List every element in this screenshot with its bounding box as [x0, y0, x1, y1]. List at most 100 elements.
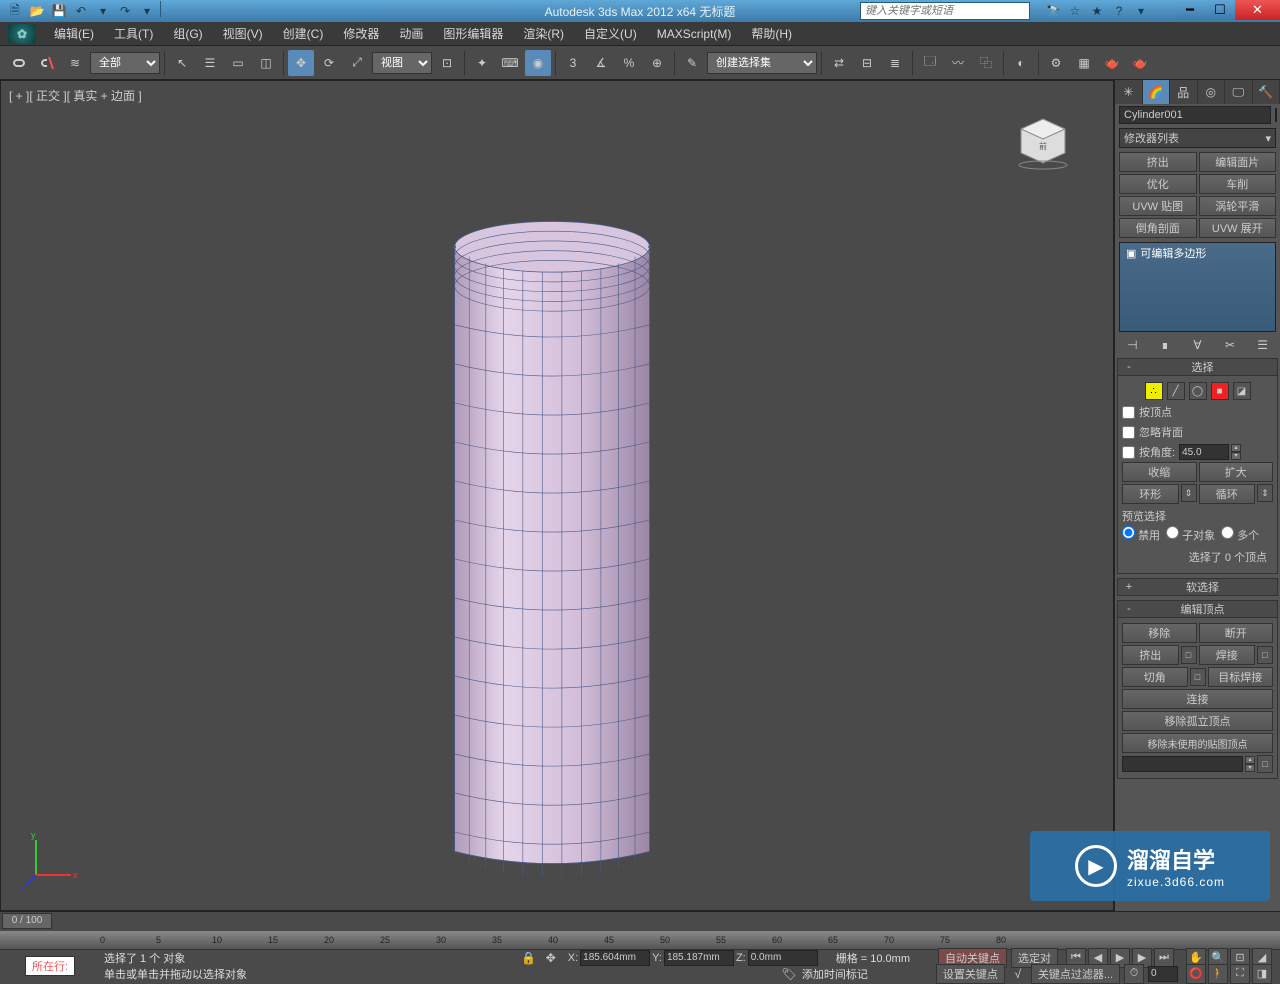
connect-button[interactable]: 连接 — [1122, 689, 1273, 709]
bind-icon[interactable]: ≋ — [62, 50, 88, 76]
subobj-vertex[interactable]: ∴ — [1145, 382, 1163, 400]
break-button[interactable]: 断开 — [1199, 623, 1274, 643]
mod-btn-optimize[interactable]: 优化 — [1119, 174, 1197, 194]
render-frame-icon[interactable]: ▦ — [1071, 50, 1097, 76]
minimize-button[interactable]: ━ — [1175, 0, 1205, 20]
z-coord-input[interactable] — [748, 950, 818, 966]
binoculars-icon[interactable]: 🔭 — [1044, 2, 1062, 20]
rollout-soft-selection-header[interactable]: +软选择 — [1117, 578, 1278, 596]
key-mode-icon[interactable]: √ — [1009, 966, 1027, 982]
maximize-button[interactable]: ☐ — [1205, 0, 1235, 20]
menu-tools[interactable]: 工具(T) — [104, 23, 163, 45]
pin-stack-icon[interactable]: ⊣ — [1123, 336, 1141, 354]
spinner-snap-icon[interactable]: ⊕ — [644, 50, 670, 76]
schematic-view-icon[interactable]: ⿻ — [973, 50, 999, 76]
y-coord-input[interactable] — [664, 950, 734, 966]
modifier-list-dropdown[interactable]: 修改器列表▾ — [1119, 128, 1276, 148]
redo-dropdown-icon[interactable]: ▾ — [136, 1, 158, 21]
make-unique-icon[interactable]: ∀ — [1188, 336, 1206, 354]
chamfer-button[interactable]: 切角 — [1122, 667, 1188, 687]
loop-button[interactable]: 循环 — [1199, 484, 1256, 504]
show-end-result-icon[interactable]: ∎ — [1156, 336, 1174, 354]
material-editor-icon[interactable]: ◐ — [1008, 50, 1034, 76]
scale-icon[interactable]: ⤢ — [344, 50, 370, 76]
by-angle-checkbox[interactable] — [1122, 446, 1135, 459]
subobj-polygon[interactable]: ■ — [1211, 382, 1229, 400]
mod-btn-turbosmooth[interactable]: 涡轮平滑 — [1199, 196, 1277, 216]
timeline[interactable]: 0 / 100 — [0, 911, 1280, 931]
tab-hierarchy[interactable]: 品 — [1170, 80, 1198, 104]
tab-modify[interactable]: 🌈 — [1143, 80, 1171, 104]
mod-btn-lathe[interactable]: 车削 — [1199, 174, 1277, 194]
weight-settings[interactable]: □ — [1257, 755, 1273, 773]
help-icon[interactable]: ? — [1110, 2, 1128, 20]
app-icon[interactable]: ✿ — [8, 24, 36, 44]
menu-animation[interactable]: 动画 — [389, 23, 433, 45]
keyboard-shortcut-icon[interactable]: ⌨ — [497, 50, 523, 76]
window-crossing-icon[interactable]: ◫ — [253, 50, 279, 76]
redo-icon[interactable]: ↷ — [114, 1, 136, 21]
angle-spin-down[interactable]: ▾ — [1231, 452, 1241, 460]
viewcube[interactable]: 前 — [1013, 111, 1073, 171]
configure-sets-icon[interactable]: ☰ — [1254, 336, 1272, 354]
goto-end-icon[interactable]: ⏭ — [1154, 948, 1174, 968]
modifier-stack[interactable]: ▣可编辑多边形 — [1119, 242, 1276, 332]
viewport[interactable]: [ + ][ 正交 ][ 真实 + 边面 ] — [0, 80, 1114, 911]
viewport-label[interactable]: [ + ][ 正交 ][ 真实 + 边面 ] — [9, 87, 142, 104]
menu-views[interactable]: 视图(V) — [213, 23, 273, 45]
dropdown-icon[interactable]: ▾ — [1132, 2, 1150, 20]
preview-subobj-radio[interactable] — [1166, 526, 1179, 539]
favorite-icon[interactable]: ★ — [1088, 2, 1106, 20]
remove-button[interactable]: 移除 — [1122, 623, 1197, 643]
weight-spinner[interactable] — [1122, 756, 1243, 772]
reference-coord-dropdown[interactable]: 视图 — [372, 52, 432, 74]
select-icon[interactable]: ↖ — [169, 50, 195, 76]
mod-btn-uvwmap[interactable]: UVW 贴图 — [1119, 196, 1197, 216]
edit-selection-set-icon[interactable]: ✎ — [679, 50, 705, 76]
isolate-icon[interactable]: ✥ — [542, 950, 560, 966]
tab-motion[interactable]: ◎ — [1198, 80, 1226, 104]
angle-spinner-input[interactable] — [1179, 444, 1229, 460]
graphite-tools-icon[interactable]: 🗔 — [917, 50, 943, 76]
extrude-settings[interactable]: □ — [1181, 646, 1197, 664]
render-icon[interactable]: 🫖 — [1099, 50, 1125, 76]
render-production-icon[interactable]: 🫖 — [1127, 50, 1153, 76]
selection-filter-dropdown[interactable]: 全部 — [90, 52, 160, 74]
mod-btn-unwrapuvw[interactable]: UVW 展开 — [1199, 218, 1277, 238]
lock-selection-icon[interactable]: 🔒 — [520, 950, 538, 966]
menu-maxscript[interactable]: MAXScript(M) — [647, 23, 742, 45]
remove-modifier-icon[interactable]: ✂ — [1221, 336, 1239, 354]
open-icon[interactable]: 📂 — [26, 1, 48, 21]
time-tag-icon[interactable]: 🏷 — [780, 966, 798, 982]
rollout-selection-header[interactable]: -选择 — [1117, 358, 1278, 376]
chamfer-settings[interactable]: □ — [1190, 668, 1206, 686]
subobj-edge[interactable]: ╱ — [1167, 382, 1185, 400]
undo-dropdown-icon[interactable]: ▾ — [92, 1, 114, 21]
percent-snap-icon[interactable]: % — [616, 50, 642, 76]
render-setup-icon[interactable]: ⚙ — [1043, 50, 1069, 76]
move-icon[interactable]: ✥ — [288, 50, 314, 76]
tab-create[interactable]: ✳ — [1115, 80, 1143, 104]
star-icon[interactable]: ☆ — [1066, 2, 1084, 20]
subobj-border[interactable]: ◯ — [1189, 382, 1207, 400]
menu-customize[interactable]: 自定义(U) — [574, 23, 647, 45]
layers-icon[interactable]: ≣ — [882, 50, 908, 76]
x-coord-input[interactable] — [580, 950, 650, 966]
save-icon[interactable]: 💾 — [48, 1, 70, 21]
target-weld-button[interactable]: 目标焊接 — [1208, 667, 1274, 687]
weld-settings[interactable]: □ — [1257, 646, 1273, 664]
loop-spinner[interactable]: ⇕ — [1257, 484, 1273, 502]
menu-edit[interactable]: 编辑(E) — [44, 23, 104, 45]
preview-multi-radio[interactable] — [1221, 526, 1234, 539]
weld-button[interactable]: 焊接 — [1199, 645, 1256, 665]
unlink-icon[interactable] — [34, 50, 60, 76]
menu-group[interactable]: 组(G) — [163, 23, 212, 45]
ignore-backfacing-checkbox[interactable] — [1122, 426, 1135, 439]
remove-unused-map-button[interactable]: 移除未使用的贴图顶点 — [1122, 733, 1273, 753]
menu-rendering[interactable]: 渲染(R) — [513, 23, 574, 45]
snap-3-icon[interactable]: 3 — [560, 50, 586, 76]
named-selection-dropdown[interactable]: 创建选择集 — [707, 52, 817, 74]
undo-icon[interactable]: ↶ — [70, 1, 92, 21]
timeline-ruler[interactable]: 05101520253035404550556065707580 — [0, 931, 1280, 949]
grow-button[interactable]: 扩大 — [1199, 462, 1274, 482]
